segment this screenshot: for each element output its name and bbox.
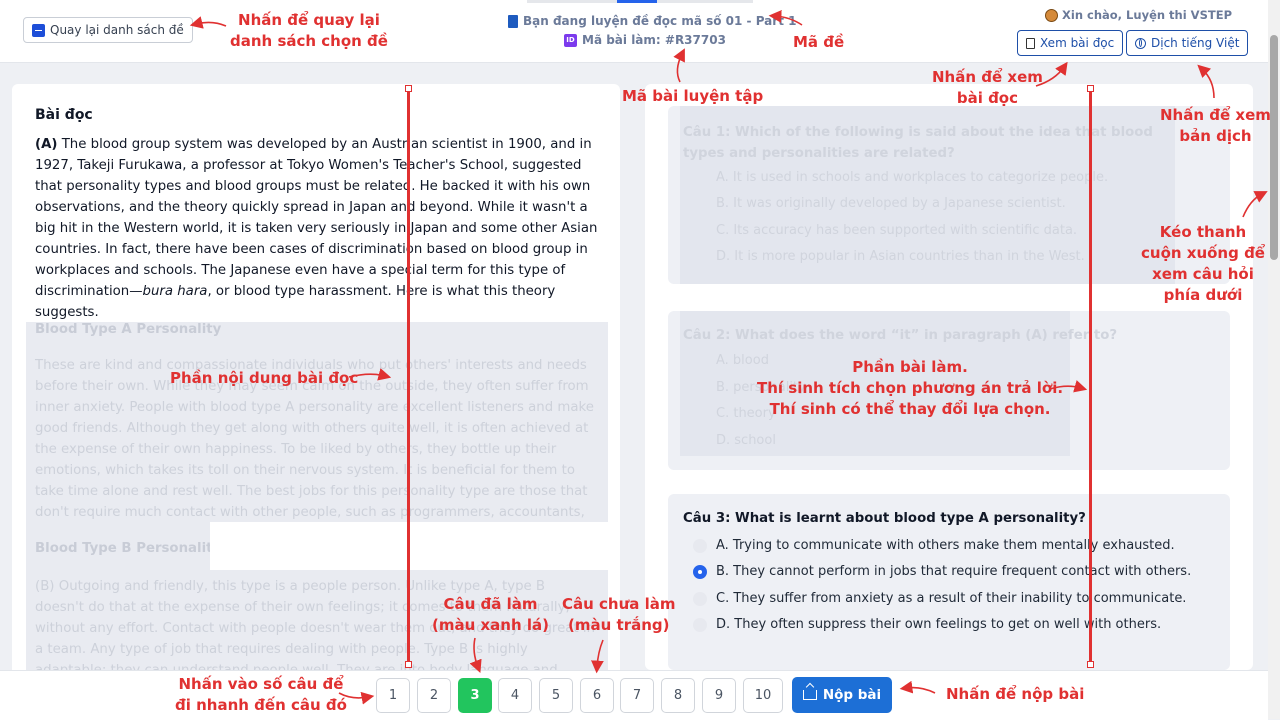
- question-nav-3[interactable]: 3: [458, 678, 492, 713]
- user-avatar-icon: [1045, 8, 1059, 22]
- submit-button[interactable]: Nộp bài: [792, 677, 892, 713]
- question-nav-4[interactable]: 4: [498, 678, 532, 713]
- question-2-text: Câu 2: What does the word “it” in paragr…: [683, 328, 1118, 343]
- annotation-back: Nhấn để quay lại danh sách chọn đề: [230, 11, 388, 50]
- annotation-answer-area: Phần bài làm. Thí sinh tích chọn phương …: [757, 358, 1064, 418]
- user-greeting: Xin chào, Luyện thi VSTEP: [1045, 8, 1232, 22]
- question-3-option-a[interactable]: A. Trying to communicate with others mak…: [693, 538, 1175, 553]
- line-handle: [405, 661, 412, 668]
- question-1-option-d[interactable]: D. It is more popular in Asian countries…: [693, 249, 1085, 264]
- top-header: Quay lại danh sách đề Bạn đang luyện đề …: [0, 0, 1268, 63]
- exam-title: Bạn đang luyện đề đọc mã số 01 - Part 1: [508, 14, 796, 28]
- book-icon: [508, 14, 518, 28]
- question-nav-2[interactable]: 2: [417, 678, 451, 713]
- annotation-undone: Câu chưa làm (màu trắng): [562, 595, 676, 634]
- question-nav-10[interactable]: 10: [743, 678, 783, 713]
- question-3-option-b[interactable]: B. They cannot perform in jobs that requ…: [693, 564, 1191, 579]
- annotation-exam-code: Mã đề: [793, 33, 845, 51]
- document-icon: [1026, 37, 1035, 49]
- radio-selected-icon[interactable]: [693, 564, 707, 579]
- question-nav-7[interactable]: 7: [620, 678, 654, 713]
- radio-icon[interactable]: [693, 617, 707, 632]
- blood-a-section: Blood Type A Personality These are kind …: [26, 322, 608, 541]
- top-progress-strip: [527, 0, 753, 3]
- question-1-text: Câu 1: Which of the following is said ab…: [683, 125, 1153, 161]
- view-reading-button[interactable]: Xem bài đọc: [1017, 30, 1124, 56]
- translate-label: Dịch tiếng Việt: [1151, 36, 1240, 50]
- back-icon: [32, 23, 45, 37]
- annotation-scroll: Kéo thanh cuộn xuống để xem câu hỏi phía…: [1141, 223, 1265, 304]
- blood-b-heading: Blood Type B Personality: [35, 541, 222, 556]
- annotation-done: Câu đã làm (màu xanh lá): [432, 595, 550, 634]
- back-button-label: Quay lại danh sách đề: [50, 23, 184, 37]
- exam-code: ID Mã bài làm: #R37703: [564, 33, 726, 47]
- question-3-text: Câu 3: What is learnt about blood type A…: [683, 511, 1086, 526]
- annotation-translate: Nhấn để xem bản dịch: [1160, 106, 1271, 145]
- question-nav-1[interactable]: 1: [376, 678, 410, 713]
- annotation-practice-code: Mã bài luyện tập: [622, 87, 764, 105]
- question-1-option-c[interactable]: C. Its accuracy has been supported with …: [693, 223, 1077, 238]
- line-handle: [1087, 661, 1094, 668]
- submit-icon: [802, 690, 817, 700]
- annotation-jump: Nhấn vào số câu để đi nhanh đến câu đó: [175, 675, 347, 714]
- answer-divider-line: [1089, 88, 1092, 665]
- line-handle: [405, 85, 412, 92]
- paragraph-a-italic: bura hara: [142, 284, 208, 299]
- question-nav-5[interactable]: 5: [539, 678, 573, 713]
- radio-icon[interactable]: [693, 591, 707, 606]
- annotation-reading-content: Phần nội dung bài đọc: [170, 369, 359, 387]
- radio-icon[interactable]: [693, 538, 707, 553]
- scrollbar-thumb[interactable]: [1270, 35, 1278, 260]
- submit-label: Nộp bài: [822, 687, 882, 703]
- translate-button[interactable]: Dịch tiếng Việt: [1126, 30, 1249, 56]
- exam-code-text: Mã bài làm: #R37703: [582, 33, 726, 47]
- question-1-option-b[interactable]: B. It was originally developed by a Japa…: [693, 196, 1066, 211]
- question-card-3: Câu 3: What is learnt about blood type A…: [668, 494, 1230, 670]
- annotation-view-reading: Nhấn để xem bài đọc: [932, 68, 1043, 107]
- question-nav-6[interactable]: 6: [580, 678, 614, 713]
- question-3-option-c[interactable]: C. They suffer from anxiety as a result …: [693, 591, 1186, 606]
- id-icon: ID: [564, 33, 577, 47]
- question-1-option-a[interactable]: A. It is used in schools and workplaces …: [693, 170, 1108, 185]
- back-to-list-button[interactable]: Quay lại danh sách đề: [23, 17, 193, 43]
- globe-icon: [1135, 37, 1146, 49]
- greeting-text: Xin chào, Luyện thi VSTEP: [1062, 8, 1232, 22]
- line-handle: [1087, 85, 1094, 92]
- question-nav-8[interactable]: 8: [661, 678, 695, 713]
- annotation-submit: Nhấn để nộp bài: [946, 685, 1085, 703]
- reading-heading: Bài đọc: [35, 107, 93, 123]
- view-reading-label: Xem bài đọc: [1040, 36, 1115, 50]
- question-2-option-d[interactable]: D. school: [693, 433, 776, 448]
- reading-divider-line: [407, 88, 410, 665]
- paragraph-a-label: (A): [35, 137, 58, 152]
- white-patch: [210, 522, 620, 570]
- blood-a-heading: Blood Type A Personality: [35, 322, 222, 337]
- paragraph-a: (A) The blood group system was developed…: [35, 134, 605, 323]
- question-nav-9[interactable]: 9: [702, 678, 736, 713]
- paragraph-a-text: The blood group system was developed by …: [35, 137, 598, 299]
- exam-title-text: Bạn đang luyện đề đọc mã số 01 - Part 1: [523, 14, 797, 28]
